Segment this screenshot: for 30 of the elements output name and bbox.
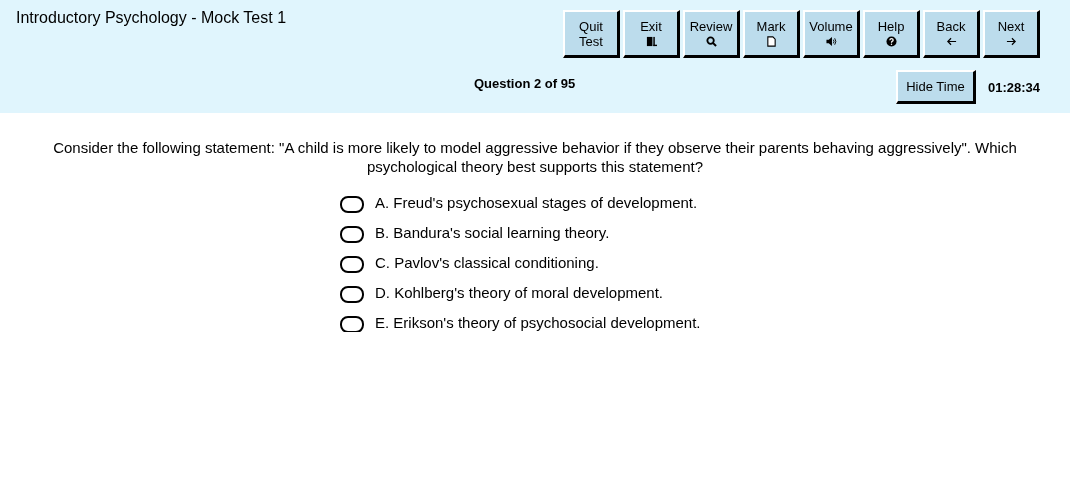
toolbar-button[interactable]: Mark: [743, 10, 800, 58]
speaker-icon: [825, 36, 837, 47]
right-arrow-icon: [1005, 36, 1017, 47]
toolbar-button[interactable]: Review: [683, 10, 740, 58]
toolbar-button[interactable]: Next: [983, 10, 1040, 58]
toolbar-button[interactable]: Exit: [623, 10, 680, 58]
toolbar-button[interactable]: Quit Test: [563, 10, 620, 58]
radio-button[interactable]: [340, 225, 364, 243]
help-icon: [885, 36, 897, 47]
timer: 01:28:34: [987, 79, 1040, 95]
question-text: Consider the following statement: "A child is more likely to model aggressive behavior if they observe their parents behaving aggressively". Which psychological theory best supports this statement?: [52, 138, 1018, 176]
radio-button[interactable]: [340, 315, 364, 332]
radio-button[interactable]: [340, 195, 364, 213]
answer-option[interactable]: B. Bandura's social learning theory.: [375, 223, 610, 241]
question-counter: Question 2 of 95: [474, 75, 576, 91]
answer-option[interactable]: E. Erikson's theory of psychosocial development.: [375, 313, 701, 331]
test-title: Introductory Psychology - Mock Test 1: [16, 9, 287, 27]
left-arrow-icon: [945, 36, 957, 47]
answer-option[interactable]: C. Pavlov's classical conditioning.: [375, 253, 599, 271]
page-icon: [765, 36, 777, 47]
hide-time-button[interactable]: Hide Time: [895, 70, 976, 104]
toolbar-button[interactable]: Volume: [803, 10, 860, 58]
answer-option[interactable]: A. Freud's psychosexual stages of development.: [375, 193, 698, 211]
door-icon: [645, 36, 657, 47]
toolbar-button[interactable]: Back: [923, 10, 980, 58]
toolbar-button[interactable]: Help: [863, 10, 920, 58]
radio-button[interactable]: [340, 285, 364, 303]
search-icon: [705, 36, 717, 47]
radio-button[interactable]: [340, 255, 364, 273]
answer-option[interactable]: D. Kohlberg's theory of moral development.: [375, 283, 663, 301]
